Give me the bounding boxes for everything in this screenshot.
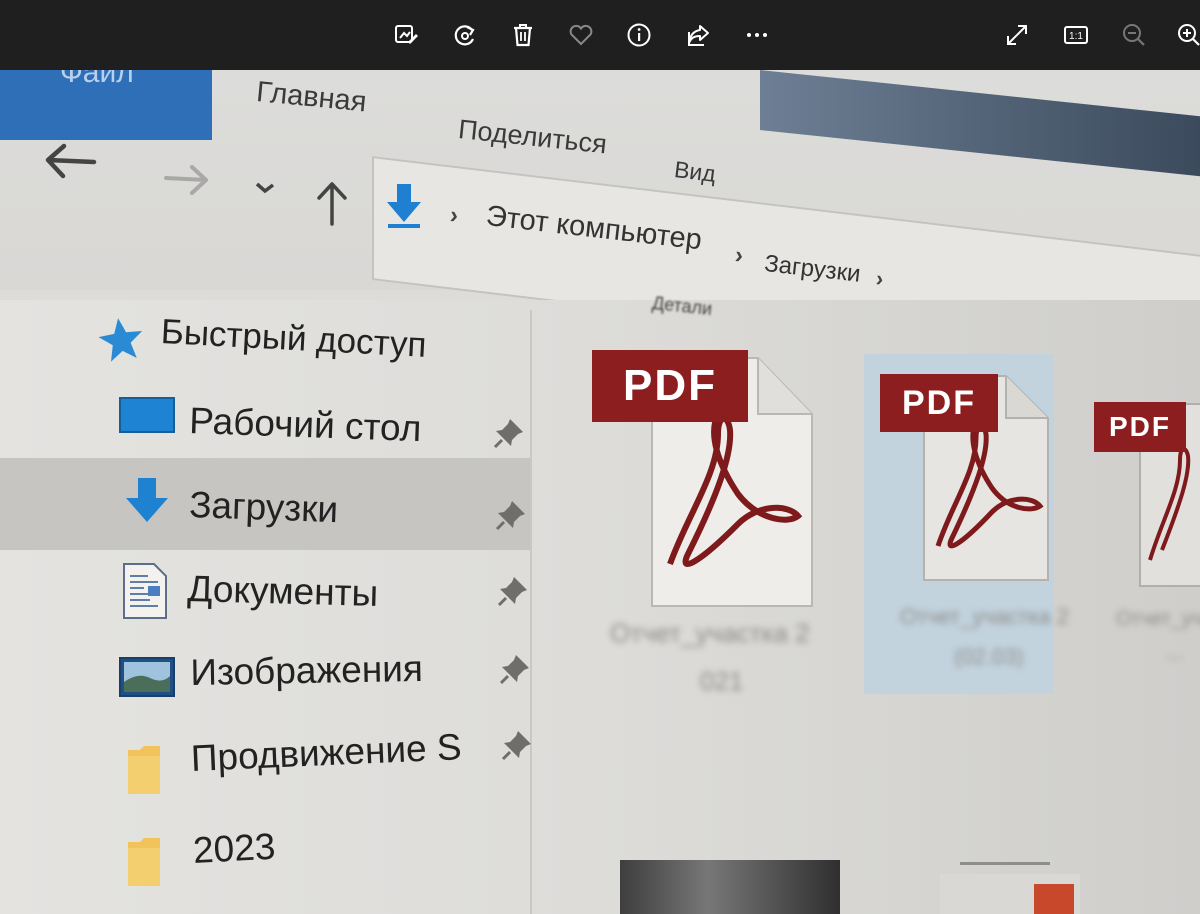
download-arrow-icon	[122, 476, 172, 531]
svg-text:1:1: 1:1	[1069, 31, 1083, 42]
viewer-toolbar: 1:1	[0, 0, 1200, 70]
sidebar-item-desktop[interactable]: Рабочий стол	[0, 380, 530, 460]
picture-icon	[118, 656, 176, 703]
more-icon[interactable]	[740, 18, 774, 52]
recent-locations-button[interactable]	[252, 178, 278, 203]
file-tile[interactable]: PDF Отчет_участка 2 021	[580, 340, 850, 720]
document-icon	[122, 562, 168, 625]
pin-icon[interactable]	[492, 416, 526, 455]
sidebar-label: Быстрый доступ	[159, 312, 428, 365]
sidebar-quick-access[interactable]: Быстрый доступ	[0, 300, 530, 380]
star-icon	[96, 316, 146, 367]
tab-view[interactable]: Вид	[673, 156, 717, 188]
pin-icon[interactable]	[500, 728, 534, 767]
pin-icon[interactable]	[494, 498, 528, 537]
pdf-badge: PDF	[1094, 402, 1186, 452]
arrow-up-icon	[317, 182, 347, 226]
pdf-badge: PDF	[592, 350, 748, 422]
share-icon[interactable]	[681, 18, 715, 52]
favorite-icon[interactable]	[564, 18, 598, 52]
desktop-icon	[118, 396, 176, 441]
file-name: 021	[700, 666, 744, 696]
pin-icon[interactable]	[496, 574, 530, 613]
sidebar-item-folder-2023[interactable]: 2023	[0, 800, 530, 886]
info-icon[interactable]	[622, 18, 656, 52]
file-tab-label: Файл	[60, 70, 134, 89]
file-name: (02.03)	[954, 644, 1024, 669]
downloads-location-icon	[384, 182, 424, 235]
file-name: ...	[1166, 642, 1183, 664]
presentation-thumbnail[interactable]	[940, 860, 1080, 914]
pdf-badge: PDF	[880, 374, 998, 432]
sidebar-item-label: Продвижение S	[190, 726, 463, 779]
file-name: Отчет_участка 2	[610, 618, 810, 648]
file-tab[interactable]: Файл	[0, 70, 212, 140]
file-name: Отчет_участка 2	[900, 604, 1069, 629]
chevron-down-icon	[255, 182, 275, 194]
nav-pane-divider	[530, 310, 532, 914]
actual-size-icon[interactable]: 1:1	[1059, 18, 1093, 52]
folder-icon	[126, 746, 162, 801]
file-name: Отчет_уча	[1116, 608, 1200, 630]
file-tile-selected[interactable]: PDF Отчет_участка 2 (02.03)	[864, 354, 1069, 694]
up-button[interactable]	[312, 178, 352, 233]
back-button[interactable]	[44, 142, 102, 187]
delete-icon[interactable]	[506, 18, 540, 52]
photo-canvas: Файл Главная Поделиться Вид › Этот компь…	[0, 70, 1200, 914]
forward-arrow-icon	[164, 165, 208, 195]
forward-button[interactable]	[162, 162, 212, 203]
zoom-in-icon[interactable]	[1172, 18, 1200, 52]
sidebar-item-label: 2023	[192, 825, 277, 871]
sidebar-item-label: Изображения	[190, 647, 424, 693]
sidebar-item-pictures[interactable]: Изображения	[0, 632, 530, 712]
file-tile[interactable]: PDF Отчет_уча ...	[1080, 390, 1200, 720]
sidebar-item-label: Рабочий стол	[188, 400, 423, 450]
sidebar-item-label: Документы	[186, 568, 379, 614]
back-arrow-icon	[45, 143, 97, 179]
edit-icon[interactable]	[389, 18, 423, 52]
sidebar-item-documents[interactable]: Документы	[0, 552, 530, 632]
sidebar-item-label: Загрузки	[188, 484, 339, 531]
sidebar-item-downloads[interactable]: Загрузки	[0, 458, 530, 550]
folder-icon	[126, 838, 162, 893]
fullscreen-icon[interactable]	[1000, 18, 1034, 52]
image-thumbnail[interactable]	[620, 860, 840, 914]
rotate-icon[interactable]	[448, 18, 482, 52]
pin-icon[interactable]	[498, 652, 532, 691]
sidebar-item-folder-promotion[interactable]: Продвижение S	[0, 712, 531, 794]
zoom-out-icon[interactable]	[1117, 18, 1151, 52]
